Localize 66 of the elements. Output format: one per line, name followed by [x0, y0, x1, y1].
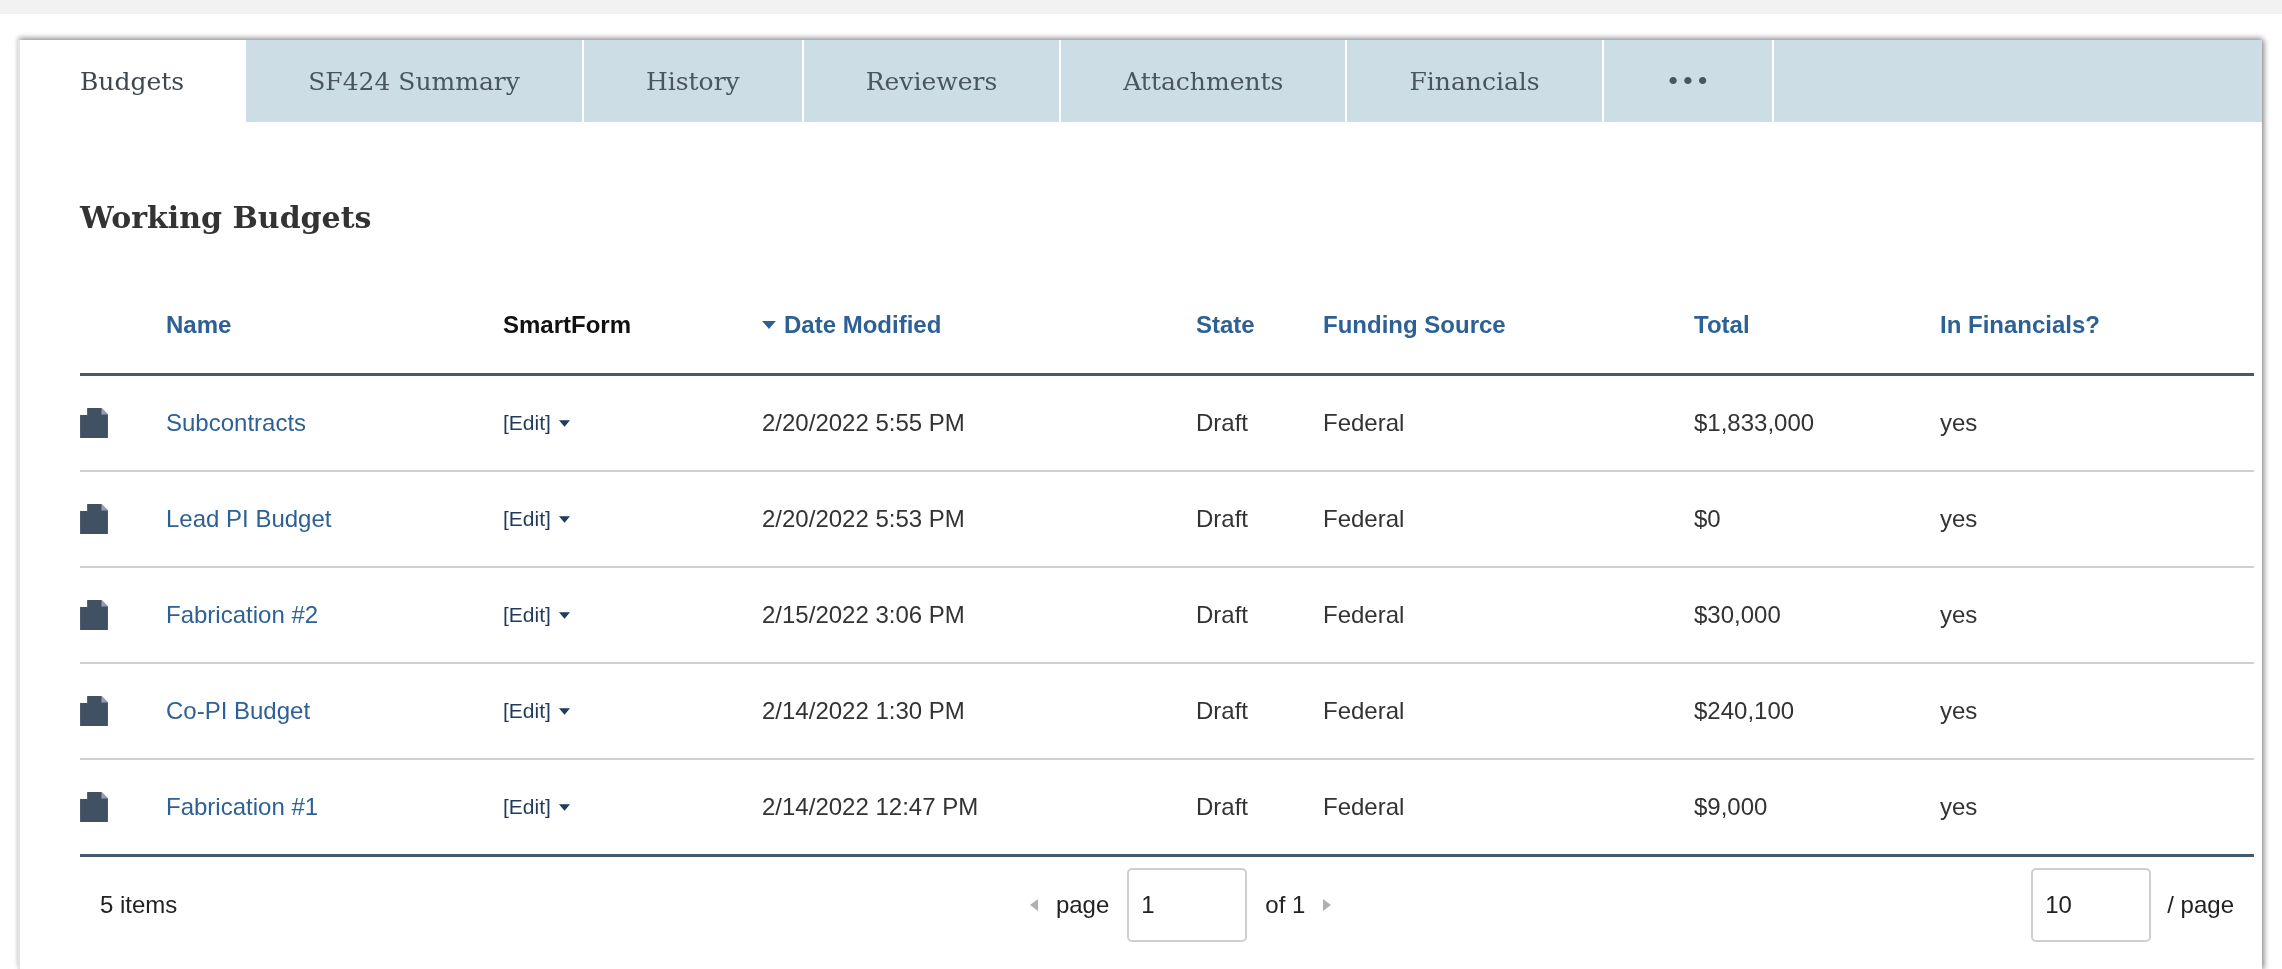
table-cell: 2/20/2022 5:55 PM [762, 409, 965, 437]
table-cell: yes [1940, 793, 1978, 821]
budget-link[interactable]: Subcontracts [166, 409, 307, 437]
table-cell: 2/14/2022 12:47 PM [762, 793, 979, 821]
tab[interactable]: Attachments [1061, 40, 1348, 122]
table-cell: Draft [1196, 793, 1248, 821]
caret-icon [558, 707, 570, 715]
table-cell: yes [1940, 505, 1978, 533]
caret-icon [558, 515, 570, 523]
column-header[interactable]: Name [166, 311, 232, 339]
column-header[interactable]: Total [1694, 311, 1750, 339]
table-cell: Federal [1323, 601, 1405, 629]
table-cell: yes [1940, 409, 1978, 437]
budget-link[interactable]: Lead PI Budget [166, 505, 332, 533]
edit-dropdown[interactable]: [Edit] [503, 699, 570, 723]
table-cell: 2/14/2022 1:30 PM [762, 697, 965, 725]
item-count: 5 items [100, 891, 179, 919]
caret-icon [558, 419, 570, 427]
page-number-field[interactable]: 1 [1127, 868, 1248, 942]
table-cell: yes [1940, 697, 1978, 725]
edit-dropdown[interactable]: [Edit] [503, 507, 570, 531]
table-cell: Draft [1196, 505, 1248, 533]
document-icon [80, 696, 108, 726]
page-total-label: of 1 [1265, 891, 1306, 919]
page-size-label: / page [2167, 891, 2234, 919]
tab[interactable]: Financials [1347, 40, 1604, 122]
column-header[interactable]: Funding Source [1323, 311, 1506, 339]
budget-link[interactable]: Fabrication #1 [166, 793, 319, 821]
document-icon [80, 504, 108, 534]
caret-icon [558, 611, 570, 619]
table-cell: Federal [1323, 793, 1405, 821]
table-cell: Federal [1323, 505, 1405, 533]
table-cell: $1,833,000 [1694, 409, 1815, 437]
edit-dropdown[interactable]: [Edit] [503, 411, 570, 435]
table-cell: yes [1940, 601, 1978, 629]
table-cell: Federal [1323, 697, 1405, 725]
edit-dropdown[interactable]: [Edit] [503, 795, 570, 819]
tab[interactable]: ••• [1603, 40, 1774, 122]
tab[interactable]: SF424 Summary [246, 40, 584, 122]
table-cell: Draft [1196, 409, 1248, 437]
edit-dropdown[interactable]: [Edit] [503, 603, 570, 627]
column-header[interactable]: Date Modified [762, 311, 942, 339]
table-cell: 2/15/2022 3:06 PM [762, 601, 965, 629]
table-cell: $9,000 [1694, 793, 1768, 821]
table-cell: Federal [1323, 409, 1405, 437]
table-cell: Draft [1196, 601, 1248, 629]
sort-descending-icon [762, 321, 776, 329]
table-cell: $30,000 [1694, 601, 1781, 629]
column-header: SmartForm [503, 311, 632, 339]
tab[interactable]: History [583, 40, 804, 122]
table-cell: $240,100 [1694, 697, 1795, 725]
column-header[interactable]: State [1196, 311, 1255, 339]
budget-link[interactable]: Co-PI Budget [166, 697, 311, 725]
tab[interactable]: Reviewers [803, 40, 1062, 122]
document-icon [80, 600, 108, 630]
page-size-field[interactable]: 10 [2031, 868, 2152, 942]
table-cell: Draft [1196, 697, 1248, 725]
section-heading: Working Budgets [80, 200, 373, 235]
table-cell: $0 [1694, 505, 1721, 533]
budget-link[interactable]: Fabrication #2 [166, 601, 319, 629]
document-icon [80, 408, 108, 438]
caret-icon [558, 803, 570, 811]
page-label: page [1055, 891, 1110, 919]
document-icon [80, 792, 108, 822]
column-header[interactable]: In Financials? [1940, 311, 2101, 339]
table-cell: 2/20/2022 5:53 PM [762, 505, 965, 533]
